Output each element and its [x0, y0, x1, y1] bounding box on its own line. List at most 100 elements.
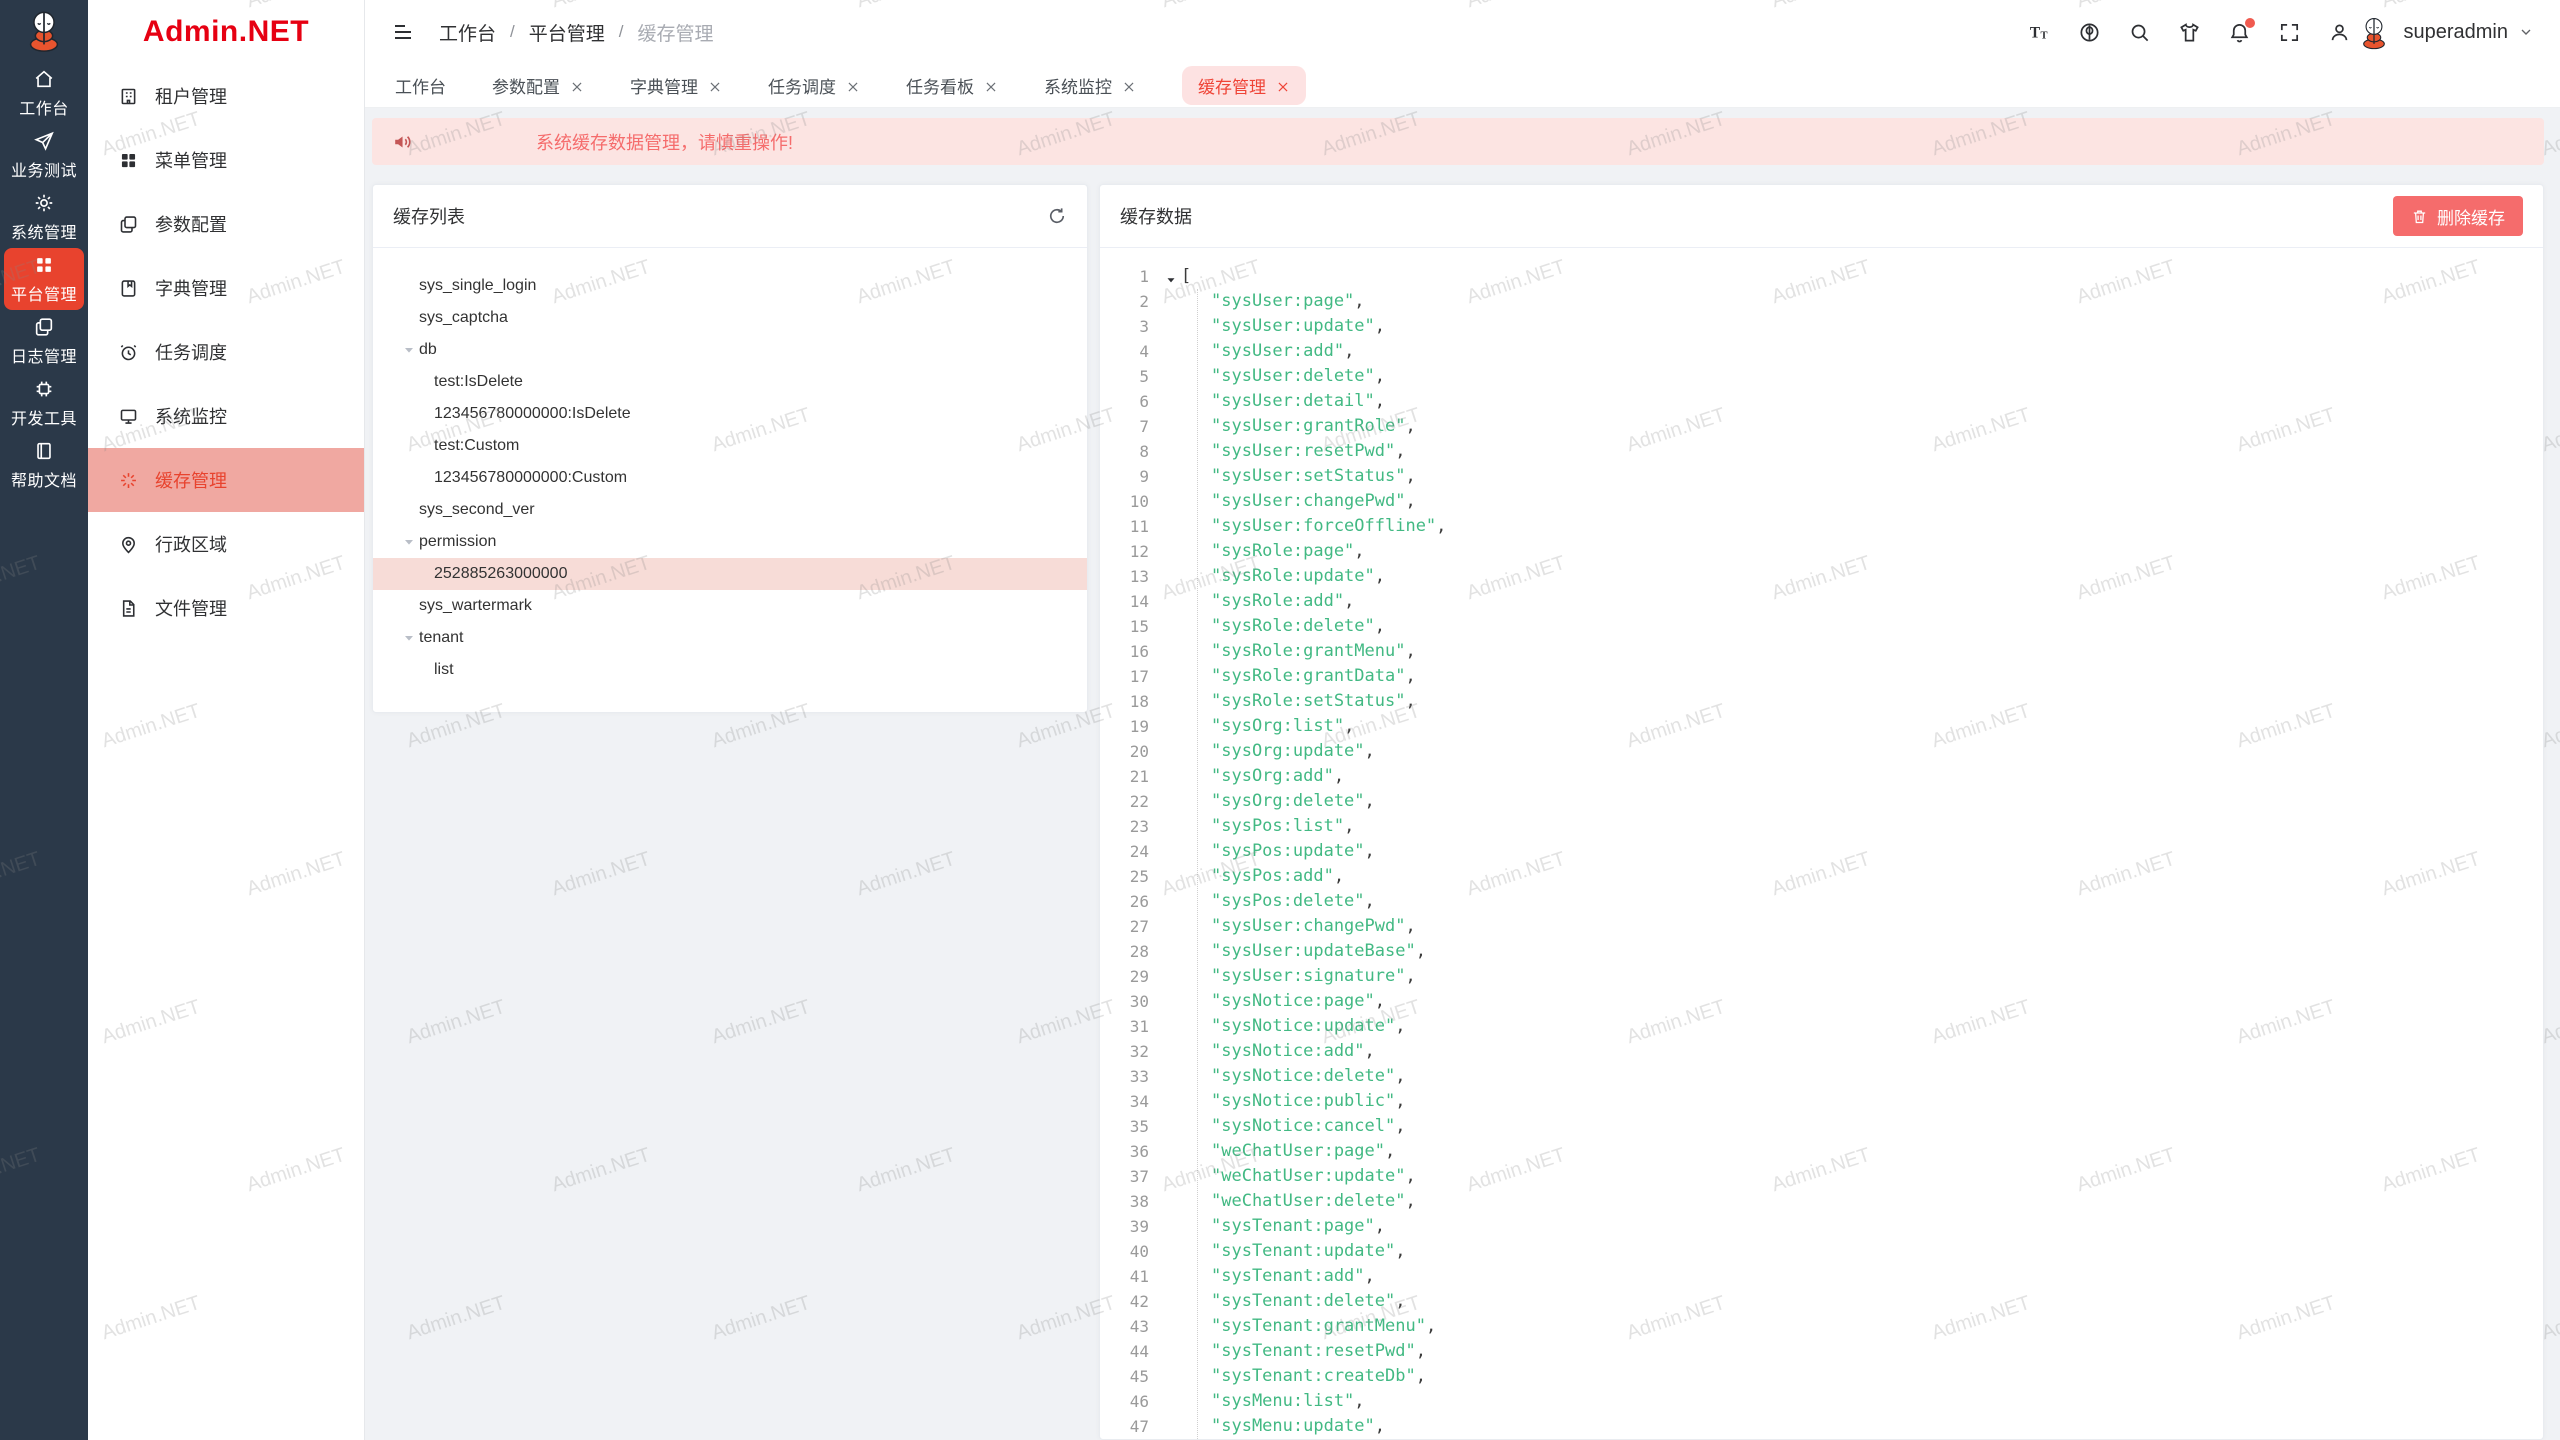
delete-cache-button[interactable]: 删除缓存 [2393, 196, 2523, 236]
profile-icon[interactable] [2328, 21, 2351, 44]
indent-guide [1197, 289, 1198, 1439]
open-bracket: [ [1181, 264, 1191, 289]
json-string: "sysTenant:grantMenu" [1211, 1314, 1426, 1339]
app-logo-text[interactable]: Admin.NET [88, 0, 364, 64]
json-string: "sysNotice:cancel" [1211, 1114, 1395, 1139]
rail-item-2[interactable]: 业务测试 [4, 124, 84, 186]
line-number: 27 [1100, 914, 1149, 939]
rail-item-5[interactable]: 日志管理 [4, 310, 84, 372]
rail-item-4[interactable]: 平台管理 [4, 248, 84, 310]
sidebar-item-3[interactable]: 参数配置 [88, 192, 364, 256]
font-size-icon[interactable]: TT [2028, 21, 2051, 44]
breadcrumb-item[interactable]: 平台管理 [529, 19, 605, 46]
close-icon[interactable] [1122, 79, 1136, 93]
close-icon[interactable] [846, 79, 860, 93]
tree-node[interactable]: tenant [373, 622, 1087, 654]
code-line: 43"sysTenant:grantMenu", [1100, 1314, 2543, 1339]
tree-node[interactable]: sys_second_ver [373, 494, 1087, 526]
tree-node[interactable]: sys_captcha [373, 302, 1087, 334]
bell-icon[interactable] [2228, 21, 2251, 44]
theme-icon[interactable] [2178, 21, 2201, 44]
sidebar-item-5[interactable]: 任务调度 [88, 320, 364, 384]
code-line: 42"sysTenant:delete", [1100, 1289, 2543, 1314]
caret-down-icon[interactable] [401, 630, 417, 646]
json-string: "sysUser:signature" [1211, 964, 1405, 989]
collapse-caret-icon[interactable] [1164, 270, 1178, 284]
close-icon[interactable] [708, 79, 722, 93]
tree-node-label: sys_second_ver [419, 501, 535, 519]
line-number: 25 [1100, 864, 1149, 889]
sidebar-item-9[interactable]: 文件管理 [88, 576, 364, 640]
tenant-icon [118, 86, 139, 107]
comma: , [1395, 1239, 1405, 1264]
close-icon[interactable] [570, 79, 584, 93]
line-number: 5 [1100, 364, 1149, 389]
language-icon[interactable] [2078, 21, 2101, 44]
tab-1[interactable]: 工作台 [395, 66, 446, 105]
tree-node-label: sys_captcha [419, 309, 508, 327]
sidebar-item-4[interactable]: 字典管理 [88, 256, 364, 320]
comma: , [1354, 289, 1364, 314]
sidebar-item-2[interactable]: 菜单管理 [88, 128, 364, 192]
sidebar-item-1[interactable]: 租户管理 [88, 64, 364, 128]
tree-node[interactable]: 123456780000000:Custom [373, 462, 1087, 494]
caret-down-icon[interactable] [401, 342, 417, 358]
tab-label: 系统监控 [1044, 73, 1112, 98]
code-line: 23"sysPos:list", [1100, 814, 2543, 839]
tree-node[interactable]: 123456780000000:IsDelete [373, 398, 1087, 430]
fullscreen-icon[interactable] [2278, 21, 2301, 44]
tree-node[interactable]: sys_single_login [373, 270, 1087, 302]
sidebar-item-label: 字典管理 [155, 275, 227, 301]
tree-node[interactable]: test:IsDelete [373, 366, 1087, 398]
line-number: 38 [1100, 1189, 1149, 1214]
line-number: 21 [1100, 764, 1149, 789]
tree-node[interactable]: db [373, 334, 1087, 366]
line-number: 42 [1100, 1289, 1149, 1314]
dict-icon [118, 278, 139, 299]
rail-item-3[interactable]: 系统管理 [4, 186, 84, 248]
json-string: "sysTenant:resetPwd" [1211, 1339, 1416, 1364]
line-number: 34 [1100, 1089, 1149, 1114]
tree-node[interactable]: permission [373, 526, 1087, 558]
tab-7[interactable]: 缓存管理 [1182, 66, 1306, 105]
tree-node[interactable]: 252885263000000 [373, 558, 1087, 590]
close-icon[interactable] [984, 79, 998, 93]
tab-4[interactable]: 任务调度 [768, 66, 860, 105]
rail-item-label: 系统管理 [11, 219, 77, 243]
breadcrumb-item: 缓存管理 [638, 19, 714, 46]
caret-down-icon[interactable] [401, 534, 417, 550]
rail-item-label: 帮助文档 [11, 467, 77, 491]
search-icon[interactable] [2128, 21, 2151, 44]
line-number: 16 [1100, 639, 1149, 664]
json-viewer[interactable]: 1[2"sysUser:page",3"sysUser:update",4"sy… [1100, 248, 2543, 1439]
sidebar-item-8[interactable]: 行政区域 [88, 512, 364, 576]
config-icon [118, 214, 139, 235]
rail-item-6[interactable]: 开发工具 [4, 372, 84, 434]
tab-5[interactable]: 任务看板 [906, 66, 998, 105]
tree-node[interactable]: list [373, 654, 1087, 686]
tab-2[interactable]: 参数配置 [492, 66, 584, 105]
user-menu[interactable]: superadmin [2355, 13, 2534, 51]
code-line: 46"sysMenu:list", [1100, 1389, 2543, 1414]
breadcrumb-item[interactable]: 工作台 [439, 19, 496, 46]
json-string: "sysTenant:createDb" [1211, 1364, 1416, 1389]
sidebar-item-6[interactable]: 系统监控 [88, 384, 364, 448]
code-line: 14"sysRole:add", [1100, 589, 2543, 614]
mascot-logo-icon[interactable] [0, 0, 88, 62]
comma: , [1344, 714, 1354, 739]
close-icon[interactable] [1276, 79, 1290, 93]
tree-node[interactable]: sys_wartermark [373, 590, 1087, 622]
line-number: 18 [1100, 689, 1149, 714]
refresh-icon[interactable] [1047, 206, 1067, 226]
tab-3[interactable]: 字典管理 [630, 66, 722, 105]
rail-item-7[interactable]: 帮助文档 [4, 434, 84, 496]
collapse-menu-icon[interactable] [391, 20, 415, 44]
line-number: 4 [1100, 339, 1149, 364]
tab-6[interactable]: 系统监控 [1044, 66, 1136, 105]
rail-item-1[interactable]: 工作台 [4, 62, 84, 124]
code-line: 18"sysRole:setStatus", [1100, 689, 2543, 714]
comma: , [1405, 489, 1415, 514]
sidebar-item-7[interactable]: 缓存管理 [88, 448, 364, 512]
tab-label: 缓存管理 [1198, 73, 1266, 98]
tree-node[interactable]: test:Custom [373, 430, 1087, 462]
